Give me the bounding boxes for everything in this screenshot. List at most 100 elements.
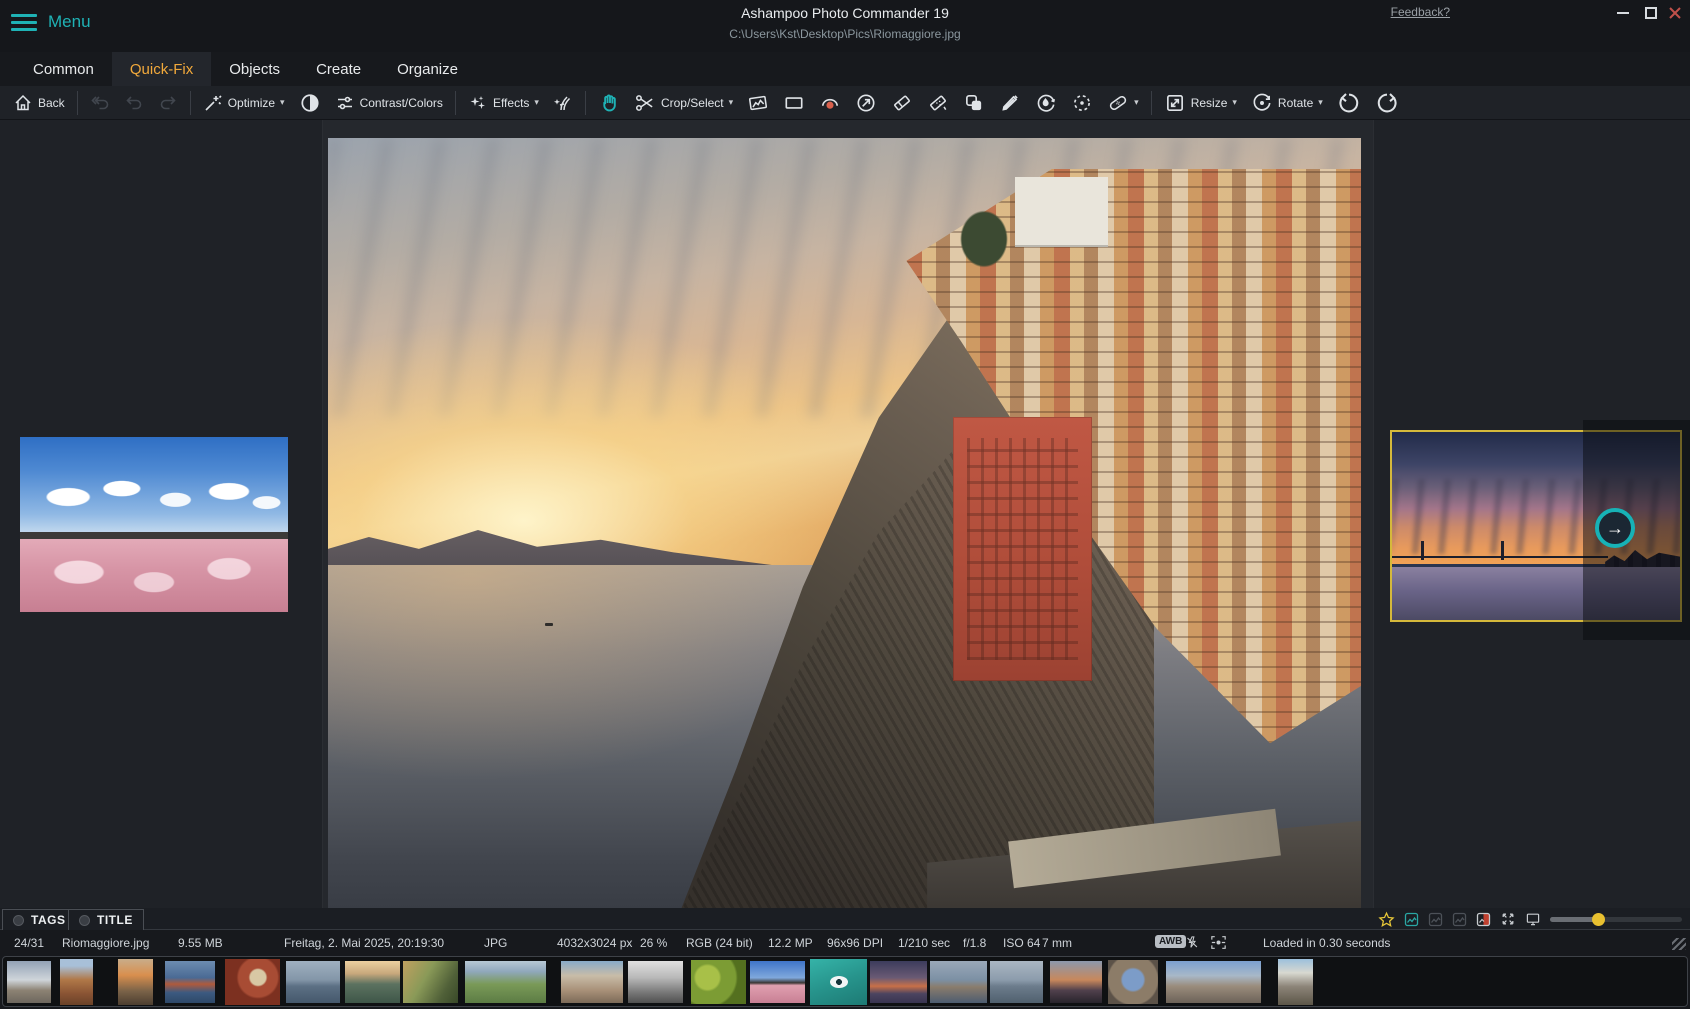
tab-organize[interactable]: Organize [379,52,476,86]
resize-grip[interactable] [1672,938,1686,950]
thumb-alpine-lake-village[interactable] [930,961,987,1003]
view-options-group [1378,909,1682,929]
thumb-island-church-reflection[interactable] [990,961,1043,1003]
thumb-rooftop-tower[interactable] [60,959,93,1005]
eraser-fill-button[interactable] [920,89,956,117]
thumb-waterfall-portrait[interactable] [1278,959,1313,1005]
app-window: Menu Ashampoo Photo Commander 19 C:\User… [0,0,1690,1009]
quickfix-toolbar: Back Optimize [0,86,1690,120]
thumb-tree-branches[interactable] [403,961,458,1003]
chevron-down-icon [280,97,285,108]
status-iso: ISO 64 [1003,936,1040,950]
thumbnail-size-slider[interactable] [1550,917,1682,922]
thumb-hanging-linens[interactable] [561,961,623,1003]
rotate-right-button[interactable] [1368,89,1406,117]
thumb-floating-torii-gate[interactable] [286,961,340,1003]
transform-button[interactable] [848,89,884,117]
pen-tool-button[interactable] [992,89,1028,117]
title-radio-icon [79,915,90,926]
status-megapixels: 12.2 MP [768,936,813,950]
optimize-button[interactable]: Optimize [196,89,292,117]
fullscreen-icon[interactable] [1500,911,1516,927]
tab-quick-fix[interactable]: Quick-Fix [112,52,211,86]
undo-button[interactable] [117,89,151,117]
rotate-icon [1251,92,1273,114]
flash-off-icon [1184,935,1200,953]
status-focal-length: 7 mm [1042,936,1072,950]
thumb-stone-well-sky[interactable] [1108,960,1158,1004]
thumb-pink-lake[interactable] [750,961,805,1003]
status-loaded: Loaded in 0.30 seconds [1263,936,1390,950]
pan-tool-button[interactable] [591,89,627,117]
status-bar: AWB 24/31Riomaggiore.jpg9.55 MBFreitag, … [0,930,1690,956]
contrast-colors-button[interactable]: Contrast/Colors [328,89,450,117]
scissors-icon [634,92,656,114]
thumb-dusk-bay-bridge[interactable] [870,961,927,1003]
favorite-star-icon[interactable] [1378,911,1395,928]
view-mode-2-icon[interactable] [1428,912,1443,927]
thumb-bw-monastery[interactable] [628,961,683,1003]
clone-stamp-icon [963,92,985,114]
thumb-mountain-waterfall[interactable] [345,961,400,1003]
next-photo-arrow-button[interactable]: → [1595,508,1635,548]
effects-button[interactable]: Effects [461,89,546,117]
slider-knob[interactable] [1592,913,1605,926]
back-button[interactable]: Back [6,89,72,117]
chevron-down-icon [1134,97,1139,108]
crop-select-button[interactable]: Crop/Select [627,89,740,117]
view-mode-3-icon[interactable] [1452,912,1467,927]
thumb-cloudy-coast-town[interactable] [7,961,51,1003]
viewer-canvas: → [0,120,1690,908]
chevron-down-icon [1232,97,1237,108]
thumb-sunset-palms[interactable] [1050,961,1102,1003]
redo-button[interactable] [151,89,185,117]
resize-button[interactable]: Resize [1157,89,1244,117]
undo-all-icon [90,93,110,113]
chevron-down-icon [1318,97,1323,108]
thumb-mosaic-plates[interactable] [225,959,280,1005]
previous-photo-preview[interactable] [20,437,288,612]
view-mode-photo-active-icon[interactable] [1404,912,1419,927]
tab-common[interactable]: Common [15,52,112,86]
tab-create[interactable]: Create [298,52,379,86]
sliders-icon [335,93,355,113]
status-filesize: 9.55 MB [178,936,223,950]
status-shutter: 1/210 sec [898,936,950,950]
saturation-dial-button[interactable] [1028,89,1064,117]
spot-area-button[interactable] [1064,89,1100,117]
minimize-button[interactable] [1612,3,1634,23]
tags-toggle[interactable]: TAGS [2,909,76,930]
rotate-button[interactable]: Rotate [1244,89,1330,117]
undo-icon [124,93,144,113]
tab-objects[interactable]: Objects [211,52,298,86]
thumb-aerial-green-coast[interactable] [465,961,546,1003]
thumb-autumn-cityscape[interactable] [118,959,153,1005]
retouch-brush-button[interactable] [546,89,580,117]
title-toggle[interactable]: TITLE [68,909,144,930]
current-photo-riomaggiore[interactable] [328,138,1361,914]
rect-select-button[interactable] [776,89,812,117]
white-balance-badge: AWB [1155,935,1186,948]
red-eye-button[interactable] [812,89,848,117]
auto-contrast-button[interactable] [292,89,328,117]
close-button[interactable] [1664,3,1686,23]
maximize-button[interactable] [1640,3,1662,23]
feedback-link[interactable]: Feedback? [1391,5,1450,19]
straighten-button[interactable] [740,89,776,117]
thumb-current-photo-selected[interactable] [810,959,867,1005]
eraser-button[interactable] [884,89,920,117]
monitor-icon[interactable] [1525,911,1541,927]
redo-icon [158,93,178,113]
view-mode-compare-icon[interactable] [1476,912,1491,927]
status-zoom: 26 % [640,936,667,950]
clone-stamp-button[interactable] [956,89,992,117]
healing-patch-button[interactable] [1100,89,1146,117]
rotate-left-button[interactable] [1330,89,1368,117]
current-file-path: C:\Users\Kst\Desktop\Pics\Riomaggiore.jp… [0,27,1690,41]
rotate-cw-icon [1375,91,1399,115]
status-dimensions: 4032x3024 px [557,936,632,950]
thumb-lakeside-red-cottages[interactable] [165,961,215,1003]
thumb-dolomite-peaks[interactable] [1166,961,1261,1003]
undo-all-button[interactable] [83,89,117,117]
thumb-lily-pads[interactable] [691,960,746,1004]
